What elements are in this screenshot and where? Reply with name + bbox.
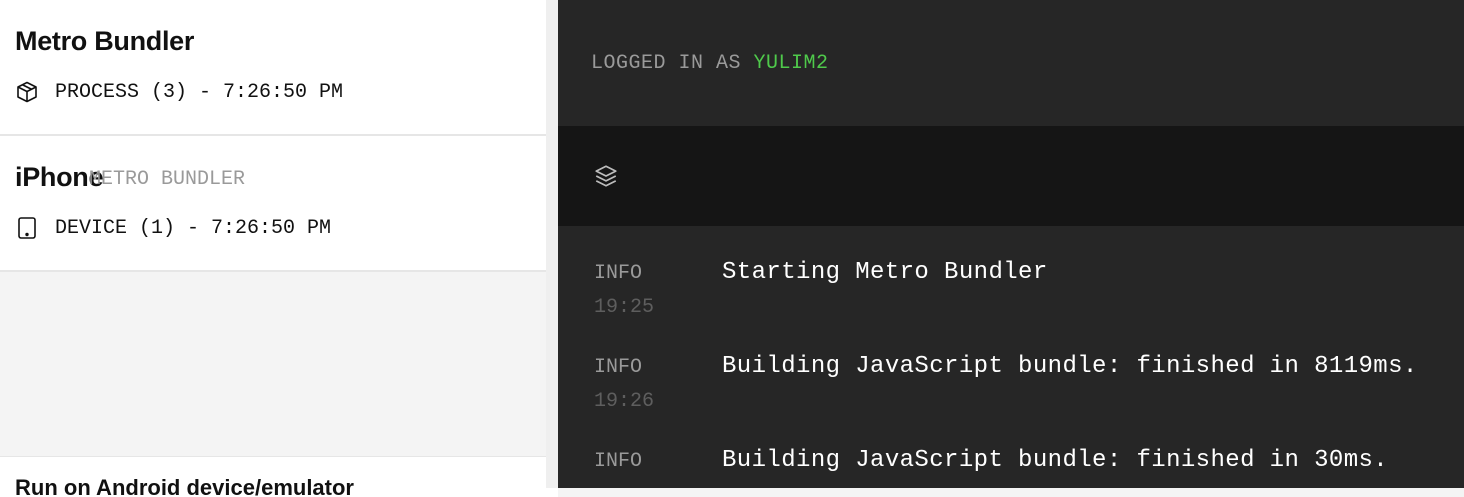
card-meta: PROCESS (3) - 7:26:50 PM	[15, 80, 343, 104]
section-header	[558, 126, 1464, 226]
logged-in-status: LOGGED IN AS YULIM2	[591, 52, 829, 75]
run-android-label: Run on Android device/emulator	[15, 475, 354, 497]
log-level: INFO	[594, 356, 643, 379]
run-android-button[interactable]: Run on Android device/emulator	[0, 456, 558, 497]
layers-icon	[595, 165, 617, 187]
panel-divider[interactable]	[546, 0, 558, 488]
log-message: Starting Metro Bundler	[722, 259, 1048, 286]
card-title: Metro Bundler	[15, 26, 195, 56]
card-meta-text: PROCESS (3) - 7:26:50 PM	[55, 80, 344, 104]
card-meta: DEVICE (1) - 7:26:50 PM	[15, 216, 331, 240]
log-message: Building JavaScript bundle: finished in …	[722, 447, 1389, 474]
logged-in-label: LOGGED IN AS	[591, 52, 754, 75]
log-time: 19:26	[594, 390, 655, 413]
sidebar-item-iphone[interactable]: iPhone DEVICE (1) - 7:26:50 PM	[0, 136, 546, 272]
username[interactable]: YULIM2	[754, 52, 829, 75]
log-output: INFO 19:25 Starting Metro Bundler INFO 1…	[563, 226, 1464, 488]
section-title: METRO BUNDLER	[89, 168, 246, 191]
cube-icon	[17, 81, 37, 103]
login-bar: LOGGED IN AS YULIM2	[558, 0, 1464, 126]
phone-icon	[18, 217, 36, 239]
log-level: INFO	[594, 262, 643, 285]
log-time: 19:25	[594, 296, 655, 319]
log-level: INFO	[594, 450, 643, 473]
card-meta-text: DEVICE (1) - 7:26:50 PM	[55, 216, 332, 240]
sidebar-item-metro-bundler[interactable]: Metro Bundler PROCESS (3) - 7:26:50 PM	[0, 0, 546, 136]
sidebar: Metro Bundler PROCESS (3) - 7:26:50 PM i…	[0, 0, 558, 497]
log-message: Building JavaScript bundle: finished in …	[722, 353, 1418, 380]
